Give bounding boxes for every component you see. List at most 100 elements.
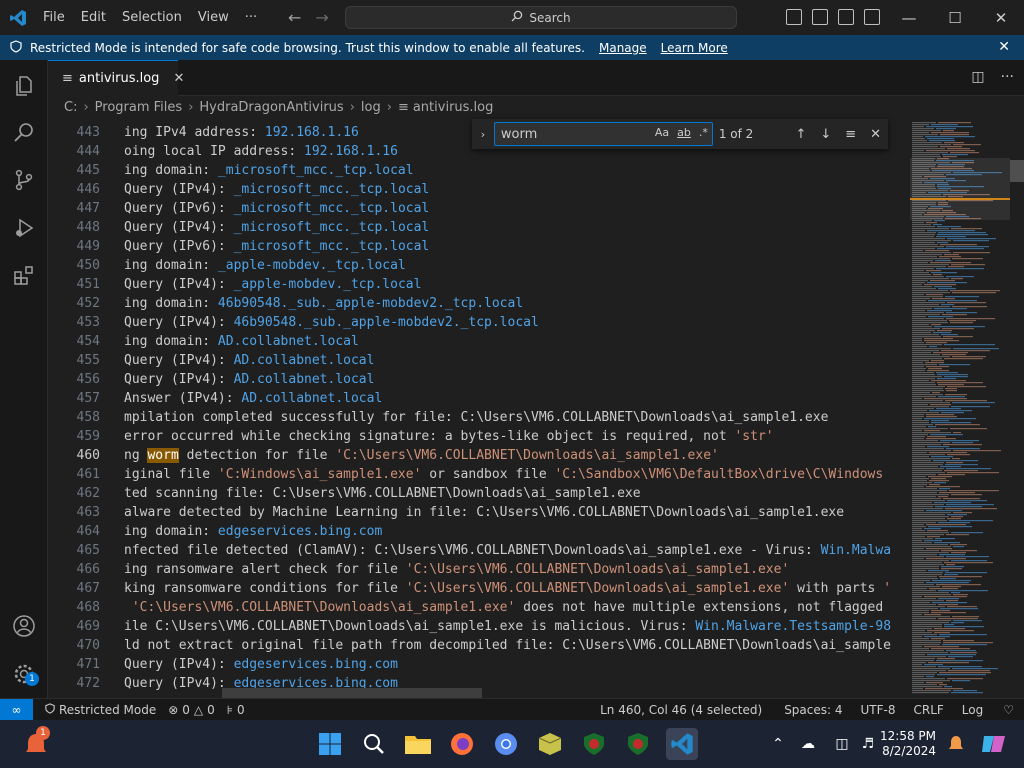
breadcrumb-drive[interactable]: C: bbox=[64, 100, 77, 115]
vertical-scrollbar[interactable] bbox=[1010, 118, 1024, 698]
code-line[interactable]: 460 ng worm detection for file 'C:\Users\… bbox=[48, 446, 910, 465]
chrome-icon[interactable] bbox=[490, 728, 522, 760]
source-control-icon[interactable] bbox=[0, 156, 48, 204]
file-explorer-icon[interactable] bbox=[402, 728, 434, 760]
menu-selection[interactable]: Selection bbox=[114, 0, 190, 35]
minimize-icon[interactable]: — bbox=[886, 0, 932, 35]
menu-file[interactable]: File bbox=[35, 0, 73, 35]
menu-edit[interactable]: Edit bbox=[73, 0, 114, 35]
code-line[interactable]: 456 Query (IPv4): AD.collabnet.local bbox=[48, 370, 910, 389]
learn-more-link[interactable]: Learn More bbox=[661, 41, 728, 55]
code-line[interactable]: 453 Query (IPv4): 46b90548._sub._apple-mo… bbox=[48, 313, 910, 332]
breadcrumb-program-files[interactable]: Program Files bbox=[95, 100, 183, 115]
whole-word-toggle[interactable]: ab bbox=[677, 126, 691, 139]
notification-app-icon[interactable]: 1 bbox=[20, 726, 52, 760]
code-line[interactable]: 449 Query (IPv6): _microsoft_mcc._tcp.loc… bbox=[48, 237, 910, 256]
remote-indicator-icon[interactable]: ∞ bbox=[0, 698, 33, 721]
vertical-scroll-thumb[interactable] bbox=[1010, 160, 1024, 182]
code-line[interactable]: 448 Query (IPv4): _microsoft_mcc._tcp.loc… bbox=[48, 218, 910, 237]
forward-arrow-icon[interactable]: → bbox=[315, 8, 328, 27]
code-line[interactable]: 468 'C:\Users\VM6.COLLABNET\Downloads\ai… bbox=[48, 598, 910, 617]
customize-layout-icon[interactable] bbox=[864, 9, 880, 25]
ports-status[interactable]: ⊧ 0 bbox=[221, 703, 251, 717]
next-match-arrow-icon[interactable]: ↓ bbox=[813, 127, 838, 142]
previous-match-arrow-icon[interactable]: ↑ bbox=[789, 127, 814, 142]
code-line[interactable]: 450 ing domain: _apple-mobdev._tcp.local bbox=[48, 256, 910, 275]
code-line[interactable]: 462 ted scanning file: C:\Users\VM6.COLLA… bbox=[48, 484, 910, 503]
indentation-status[interactable]: Spaces: 4 bbox=[778, 703, 854, 717]
find-in-selection-icon[interactable]: ≡ bbox=[838, 127, 863, 142]
regex-toggle[interactable]: .* bbox=[699, 126, 708, 139]
minimap[interactable] bbox=[910, 118, 1010, 698]
code-line[interactable]: 461 iginal file 'C:Windows\ai_sample1.exe… bbox=[48, 465, 910, 484]
editor-text-area[interactable]: 443 ing IPv4 address: 192.168.1.16 444 oing… bbox=[48, 118, 910, 698]
code-line[interactable]: 452 ing domain: 46b90548._sub._apple-mobd… bbox=[48, 294, 910, 313]
taskbar-search-icon[interactable] bbox=[358, 728, 390, 760]
code-line[interactable]: 467 king ransomware conditions for file '… bbox=[48, 579, 910, 598]
copilot-icon[interactable] bbox=[978, 728, 1010, 760]
code-line[interactable]: 455 Query (IPv4): AD.collabnet.local bbox=[48, 351, 910, 370]
cloud-sync-icon[interactable]: ☁ bbox=[796, 728, 820, 760]
antivirus-app-icon[interactable] bbox=[578, 728, 610, 760]
close-window-icon[interactable]: ✕ bbox=[978, 0, 1024, 35]
display-icon[interactable]: ◫ bbox=[830, 728, 854, 760]
encoding-status[interactable]: UTF-8 bbox=[855, 703, 908, 717]
toggle-panel-icon[interactable] bbox=[812, 9, 828, 25]
eol-status[interactable]: CRLF bbox=[907, 703, 955, 717]
run-debug-icon[interactable] bbox=[0, 204, 48, 252]
code-line[interactable]: 465 nfected file detected (ClamAV): C:\Us… bbox=[48, 541, 910, 560]
cursor-position[interactable]: Ln 460, Col 46 (4 selected) bbox=[594, 703, 778, 717]
breadcrumb-hydradragon[interactable]: HydraDragonAntivirus bbox=[199, 100, 343, 115]
split-editor-icon[interactable]: ◫ bbox=[971, 69, 984, 85]
back-arrow-icon[interactable]: ← bbox=[288, 8, 301, 27]
code-line[interactable]: 469 ile C:\Users\VM6.COLLABNET\Downloads\… bbox=[48, 617, 910, 636]
code-line[interactable]: 457 Answer (IPv4): AD.collabnet.local bbox=[48, 389, 910, 408]
archive-app-icon[interactable] bbox=[534, 728, 566, 760]
horizontal-scroll-thumb[interactable] bbox=[222, 688, 482, 698]
toggle-replace-chevron-icon[interactable]: › bbox=[472, 128, 494, 141]
menu-more[interactable]: ··· bbox=[237, 0, 265, 35]
find-input[interactable]: worm Aa ab .* bbox=[493, 122, 713, 146]
code-line[interactable]: 459 error occurred while checking signatu… bbox=[48, 427, 910, 446]
toggle-secondary-sidebar-icon[interactable] bbox=[838, 9, 854, 25]
taskbar-clock[interactable]: 12:58 PM 8/2/2024 bbox=[880, 729, 936, 759]
command-center-search[interactable]: Search bbox=[345, 6, 737, 29]
antivirus-app-2-icon[interactable] bbox=[622, 728, 654, 760]
breadcrumb-log-folder[interactable]: log bbox=[361, 100, 381, 115]
code-line[interactable]: 466 ing ransomware alert check for file '… bbox=[48, 560, 910, 579]
toggle-primary-sidebar-icon[interactable] bbox=[786, 9, 802, 25]
code-line[interactable]: 445 ing domain: _microsoft_mcc._tcp.local bbox=[48, 161, 910, 180]
code-line[interactable]: 463 alware detected by Machine Learning i… bbox=[48, 503, 910, 522]
code-line[interactable]: 446 Query (IPv4): _microsoft_mcc._tcp.loc… bbox=[48, 180, 910, 199]
code-line[interactable]: 471 Query (IPv4): edgeservices.bing.com bbox=[48, 655, 910, 674]
firefox-icon[interactable] bbox=[446, 728, 478, 760]
close-find-icon[interactable]: ✕ bbox=[863, 127, 888, 142]
code-line[interactable]: 451 Query (IPv4): _apple-mobdev._tcp.loca… bbox=[48, 275, 910, 294]
manage-gear-icon[interactable] bbox=[0, 650, 48, 698]
windows-start-icon[interactable] bbox=[314, 728, 346, 760]
code-line[interactable]: 447 Query (IPv6): _microsoft_mcc._tcp.loc… bbox=[48, 199, 910, 218]
maximize-icon[interactable]: ☐ bbox=[932, 0, 978, 35]
notification-bell-icon[interactable] bbox=[944, 728, 968, 760]
code-line[interactable]: 458 mpilation completed successfully for … bbox=[48, 408, 910, 427]
restricted-mode-status[interactable]: Restricted Mode bbox=[39, 703, 162, 717]
notifications-bell-icon[interactable]: ♡ bbox=[997, 703, 1024, 717]
more-actions-icon[interactable]: ··· bbox=[1001, 69, 1014, 85]
explorer-icon[interactable] bbox=[0, 62, 48, 110]
volume-icon[interactable]: ♬ bbox=[856, 728, 880, 760]
extensions-icon[interactable] bbox=[0, 252, 48, 300]
match-case-toggle[interactable]: Aa bbox=[655, 126, 669, 139]
problems-status[interactable]: ⊗ 0 △ 0 bbox=[162, 703, 221, 717]
code-line[interactable]: 454 ing domain: AD.collabnet.local bbox=[48, 332, 910, 351]
code-line[interactable]: 470 ld not extract original file path fro… bbox=[48, 636, 910, 655]
search-view-icon[interactable] bbox=[0, 108, 48, 156]
breadcrumb-file[interactable]: antivirus.log bbox=[413, 100, 494, 115]
accounts-icon[interactable] bbox=[0, 602, 48, 650]
tab-antivirus-log[interactable]: ≡ antivirus.log ✕ bbox=[48, 60, 184, 96]
manage-link[interactable]: Manage bbox=[599, 41, 647, 55]
close-banner-icon[interactable]: ✕ bbox=[998, 39, 1010, 55]
close-tab-icon[interactable]: ✕ bbox=[173, 71, 184, 86]
menu-view[interactable]: View bbox=[190, 0, 237, 35]
show-hidden-icons-chevron-icon[interactable]: ⌃ bbox=[766, 728, 790, 760]
language-mode[interactable]: Log bbox=[956, 703, 997, 717]
